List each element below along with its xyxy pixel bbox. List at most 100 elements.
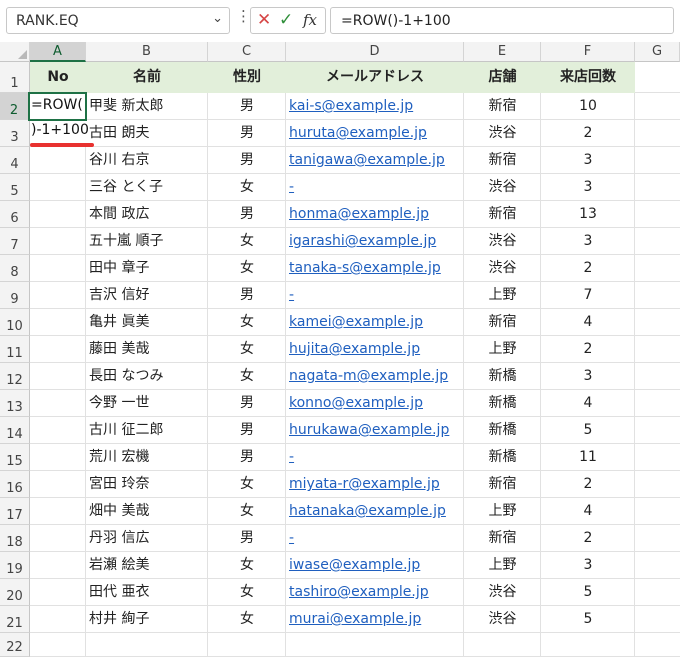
cell-email[interactable]: hujita@example.jp (289, 336, 463, 363)
cell-visits: 3 (583, 557, 593, 573)
column-header-f[interactable]: F (541, 42, 635, 62)
cell-email[interactable]: - (289, 174, 463, 201)
cell-visits: 3 (583, 368, 593, 384)
row-header-5[interactable]: 5 (0, 174, 30, 201)
cell-name: 谷川 右京 (89, 152, 150, 168)
row-header-18[interactable]: 18 (0, 525, 30, 552)
row-header-2[interactable]: 2 (0, 93, 30, 120)
cell-store: 新宿 (488, 152, 517, 168)
cell-gender: 女 (240, 503, 254, 519)
vertical-dots-icon[interactable]: ⋮ (236, 9, 251, 24)
column-header-b[interactable]: B (86, 42, 208, 62)
row-header-7[interactable]: 7 (0, 228, 30, 255)
row-number: 18 (6, 535, 23, 550)
cell-gender: 男 (240, 395, 254, 411)
column-header-d[interactable]: D (286, 42, 464, 62)
cell-email[interactable]: huruta@example.jp (289, 120, 463, 147)
cell-edit-line-1[interactable]: =ROW( (31, 97, 83, 113)
cell-gender: 男 (240, 449, 254, 465)
cell-name: 長田 なつみ (89, 368, 164, 384)
cell-email[interactable]: konno@example.jp (289, 390, 463, 417)
cell-email[interactable]: miyata-r@example.jp (289, 471, 463, 498)
row-header-20[interactable]: 20 (0, 579, 30, 606)
cell-store: 渋谷 (488, 179, 517, 195)
formula-text: =ROW()-1+100 (341, 13, 451, 29)
cell-email[interactable]: hatanaka@example.jp (289, 498, 463, 525)
header-name[interactable]: 名前 (86, 62, 208, 93)
header-no[interactable]: No (30, 62, 86, 93)
row-header-10[interactable]: 10 (0, 309, 30, 336)
select-all-button[interactable] (0, 42, 30, 62)
cell-name: 古川 征二郎 (89, 422, 164, 438)
annotation-underline (30, 143, 94, 147)
row-header-13[interactable]: 13 (0, 390, 30, 417)
row-header-14[interactable]: 14 (0, 417, 30, 444)
cell-name: 今野 一世 (89, 395, 150, 411)
cell-store: 上野 (488, 287, 517, 303)
row-header-9[interactable]: 9 (0, 282, 30, 309)
cell-name: 吉沢 信好 (89, 287, 150, 303)
cell-email[interactable]: igarashi@example.jp (289, 228, 463, 255)
cell-visits: 5 (583, 422, 593, 438)
row-header-17[interactable]: 17 (0, 498, 30, 525)
cell-email[interactable]: murai@example.jp (289, 606, 463, 633)
cell-email[interactable]: kamei@example.jp (289, 309, 463, 336)
cell-email[interactable]: kai-s@example.jp (289, 93, 463, 120)
cell-email[interactable]: tashiro@example.jp (289, 579, 463, 606)
row-number: 16 (6, 481, 23, 496)
row-header-21[interactable]: 21 (0, 606, 30, 633)
cell-gender: 女 (240, 584, 254, 600)
cell-gender: 女 (240, 611, 254, 627)
insert-function-button[interactable]: fx (303, 10, 317, 30)
row-header-3[interactable]: 3 (0, 120, 30, 147)
cell-email[interactable]: tanigawa@example.jp (289, 147, 463, 174)
cell-email[interactable]: tanaka-s@example.jp (289, 255, 463, 282)
header-visits[interactable]: 来店回数 (541, 62, 635, 93)
cell-visits: 4 (583, 314, 593, 330)
row-header-22[interactable]: 22 (0, 633, 30, 657)
cell-store: 渋谷 (488, 125, 517, 141)
cell-visits: 2 (583, 341, 593, 357)
header-store[interactable]: 店舗 (464, 62, 541, 93)
formula-input[interactable]: =ROW()-1+100 (330, 7, 674, 34)
cell-store: 上野 (488, 503, 517, 519)
row-header-19[interactable]: 19 (0, 552, 30, 579)
cell-visits: 7 (583, 287, 593, 303)
cell-email[interactable]: iwase@example.jp (289, 552, 463, 579)
row-header-11[interactable]: 11 (0, 336, 30, 363)
cell-email[interactable]: - (289, 282, 463, 309)
row-header-1[interactable]: 1 (0, 62, 30, 93)
column-header-a[interactable]: A (30, 42, 86, 62)
row-header-6[interactable]: 6 (0, 201, 30, 228)
cell-edit-line-2[interactable]: )-1+100 (31, 122, 89, 138)
row-header-16[interactable]: 16 (0, 471, 30, 498)
header-email[interactable]: メールアドレス (286, 62, 464, 93)
header-gender[interactable]: 性別 (208, 62, 286, 93)
row-header-4[interactable]: 4 (0, 147, 30, 174)
cell-gender: 女 (240, 314, 254, 330)
cell-email[interactable]: - (289, 525, 463, 552)
cell-store: 渋谷 (488, 260, 517, 276)
cell-visits: 3 (583, 179, 593, 195)
column-header-g[interactable]: G (635, 42, 680, 62)
chevron-down-icon[interactable]: ⌄ (212, 11, 223, 26)
row-header-12[interactable]: 12 (0, 363, 30, 390)
column-header-e[interactable]: E (464, 42, 541, 62)
cell-store: 新橋 (488, 395, 517, 411)
cell-gender: 男 (240, 125, 254, 141)
cell-email[interactable]: - (289, 444, 463, 471)
row-header-8[interactable]: 8 (0, 255, 30, 282)
row-number: 13 (6, 400, 23, 415)
column-header-c[interactable]: C (208, 42, 286, 62)
name-box[interactable]: RANK.EQ ⌄ (6, 7, 230, 34)
cell-name: 亀井 眞美 (89, 314, 150, 330)
row-number: 6 (10, 211, 19, 226)
cell-email[interactable]: nagata-m@example.jp (289, 363, 463, 390)
close-icon[interactable]: ✕ (257, 10, 271, 30)
cell-visits: 2 (583, 476, 593, 492)
cell-visits: 2 (583, 125, 593, 141)
checkmark-icon[interactable]: ✓ (279, 10, 293, 30)
cell-email[interactable]: hurukawa@example.jp (289, 417, 463, 444)
cell-email[interactable]: honma@example.jp (289, 201, 463, 228)
row-header-15[interactable]: 15 (0, 444, 30, 471)
